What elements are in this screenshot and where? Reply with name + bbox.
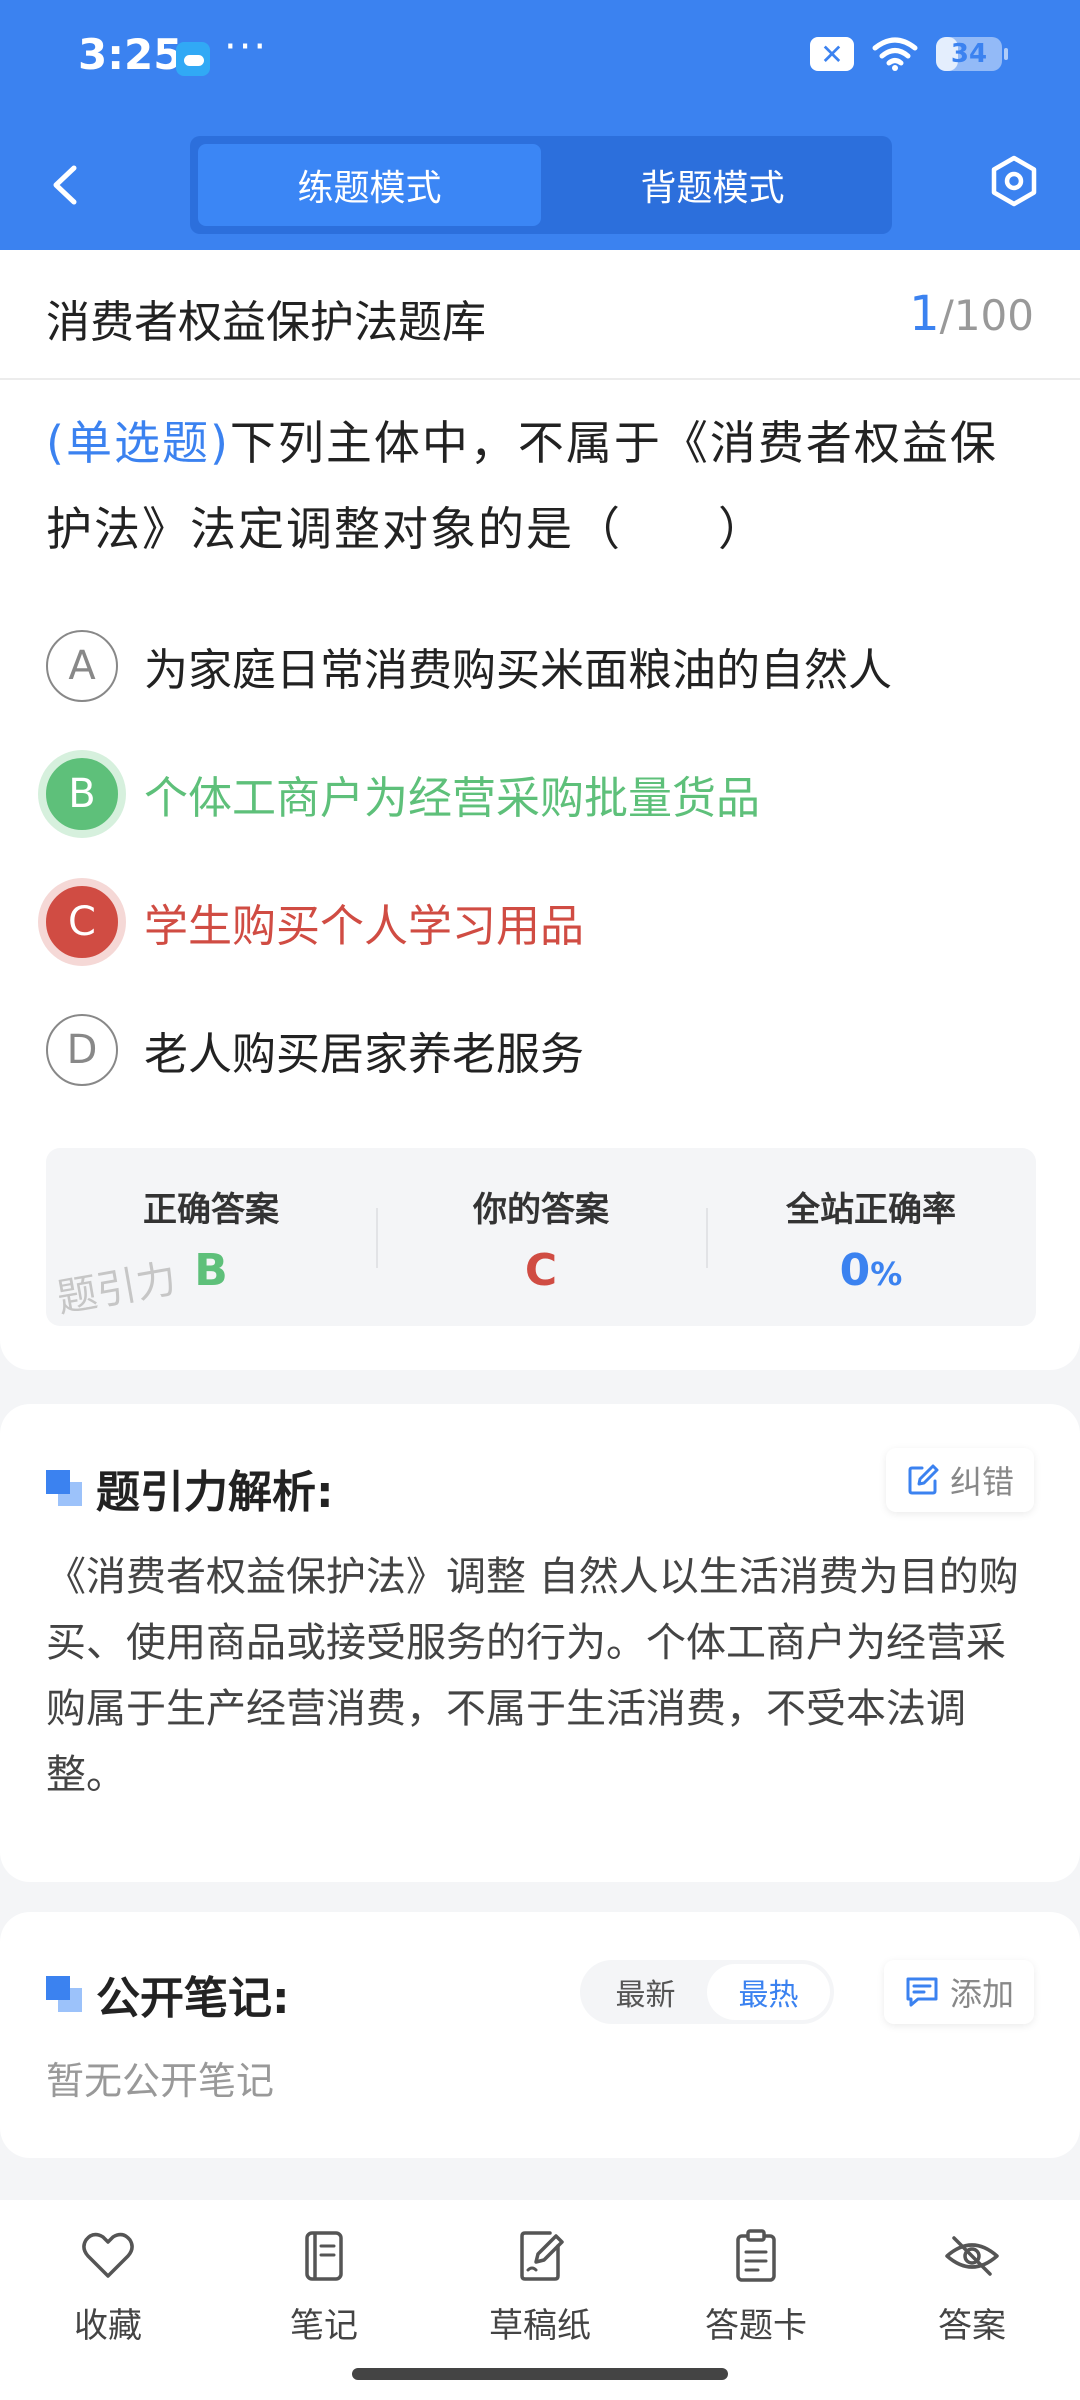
weather-icon xyxy=(176,42,210,76)
header: 3:25 ··· ✕ 34 练题模式 背题模式 xyxy=(0,0,1080,250)
notes-title: 公开笔记: xyxy=(96,1973,290,2024)
no-sim-icon: ✕ xyxy=(810,37,854,71)
question-text-block: (单选题)下列主体中，不属于《消费者权益保护法》法定调整对象的是（ ） xyxy=(46,400,1036,572)
draft-paper-icon xyxy=(520,2231,564,2281)
analysis-text: 《消费者权益保护法》调整 自然人以生活消费为目的购买、使用商品或接受服务的行为。… xyxy=(46,1554,1019,1798)
home-indicator[interactable] xyxy=(352,2368,728,2380)
correct-answer-col: 正确答案 B 题引力 xyxy=(46,1148,376,1326)
heart-icon xyxy=(82,2232,134,2278)
option-letter: D xyxy=(46,1014,118,1086)
back-arrow-icon[interactable] xyxy=(40,150,90,220)
accuracy-unit: % xyxy=(870,1255,903,1293)
notebook-icon xyxy=(305,2231,343,2281)
show-answer-label: 答案 xyxy=(938,2306,1006,2346)
add-note-label: 添加 xyxy=(949,1975,1014,2013)
more-notifications-icon: ··· xyxy=(224,24,269,70)
tab-practice-mode[interactable]: 练题模式 xyxy=(198,144,541,226)
favorite-label: 收藏 xyxy=(74,2306,142,2346)
correct-answer-label: 正确答案 xyxy=(143,1190,279,1230)
notes-empty-text: 暂无公开笔记 xyxy=(46,2059,275,2103)
status-time: 3:25 xyxy=(78,30,183,79)
analysis-header: 题引力解析: xyxy=(46,1456,334,1520)
draft-paper-label: 草稿纸 xyxy=(489,2306,591,2346)
option-text: 为家庭日常消费购买米面粮油的自然人 xyxy=(144,645,892,696)
analysis-title: 题引力解析: xyxy=(96,1467,334,1518)
answer-sheet-icon xyxy=(736,2229,776,2282)
answer-result-box: 正确答案 B 题引力 你的答案 C 全站正确率 0% xyxy=(46,1148,1036,1326)
accuracy-col: 全站正确率 0% xyxy=(706,1148,1036,1326)
correction-label: 纠错 xyxy=(949,1463,1014,1501)
tab-memorize-mode[interactable]: 背题模式 xyxy=(541,144,884,226)
option-b[interactable]: B 个体工商户为经营采购批量货品 xyxy=(46,756,1036,832)
current-question-number: 1 xyxy=(909,286,940,342)
analysis-card: 题引力解析: 纠错 《消费者权益保护法》调整 自然人以生活消费为目的购买、使用商… xyxy=(0,1404,1080,1882)
accuracy-number: 0 xyxy=(839,1245,871,1296)
section-icon xyxy=(46,1470,82,1506)
battery-level: 34 xyxy=(950,39,988,69)
status-icons: ✕ 34 xyxy=(810,36,1008,72)
edit-icon xyxy=(908,1464,939,1495)
comment-icon xyxy=(906,1977,938,2007)
notes-label: 笔记 xyxy=(290,2306,358,2346)
option-d[interactable]: D 老人购买居家养老服务 xyxy=(46,1012,1036,1088)
accuracy-value: 0% xyxy=(706,1245,1036,1296)
notes-header: 公开笔记: xyxy=(46,1962,290,2026)
settings-icon[interactable] xyxy=(986,153,1042,209)
public-notes-card: 公开笔记: 最新 最热 添加 暂无公开笔记 xyxy=(0,1912,1080,2158)
your-answer-value: C xyxy=(524,1245,558,1296)
option-letter: A xyxy=(46,630,118,702)
question-progress[interactable]: 1/100 xyxy=(909,286,1034,342)
answer-sheet-label: 答题卡 xyxy=(705,2306,807,2346)
mode-switch: 练题模式 背题模式 xyxy=(190,136,892,234)
correction-button[interactable]: 纠错 xyxy=(885,1448,1034,1512)
sort-latest-tab[interactable]: 最新 xyxy=(584,1964,707,2020)
section-icon xyxy=(46,1976,82,2012)
option-letter: B xyxy=(46,758,118,830)
favorite-button[interactable]: 收藏 xyxy=(0,2200,216,2400)
option-a[interactable]: A 为家庭日常消费购买米面粮油的自然人 xyxy=(46,628,1036,704)
option-text: 个体工商户为经营采购批量货品 xyxy=(144,773,760,824)
option-text: 老人购买居家养老服务 xyxy=(144,1029,584,1080)
show-answer-button[interactable]: 答案 xyxy=(864,2200,1080,2400)
notes-sort-tabs: 最新 最热 xyxy=(580,1960,834,2024)
question-card: 消费者权益保护法题库 1/100 (单选题)下列主体中，不属于《消费者权益保护法… xyxy=(0,250,1080,1370)
battery-icon: 34 xyxy=(936,37,1008,71)
your-answer-label: 你的答案 xyxy=(473,1190,609,1230)
option-letter: C xyxy=(46,886,118,958)
question-type: (单选题) xyxy=(46,416,230,470)
question-bank-row: 消费者权益保护法题库 1/100 xyxy=(0,250,1080,380)
add-note-button[interactable]: 添加 xyxy=(883,1960,1034,2024)
question-bank-title: 消费者权益保护法题库 xyxy=(46,297,486,348)
eye-off-icon xyxy=(945,2236,999,2276)
accuracy-label: 全站正确率 xyxy=(786,1190,956,1230)
option-c[interactable]: C 学生购买个人学习用品 xyxy=(46,884,1036,960)
total-questions: /100 xyxy=(939,291,1034,340)
option-text: 学生购买个人学习用品 xyxy=(144,901,584,952)
wifi-icon xyxy=(872,37,918,71)
sort-hot-tab[interactable]: 最热 xyxy=(707,1964,830,2020)
your-answer-col: 你的答案 C xyxy=(376,1148,706,1326)
